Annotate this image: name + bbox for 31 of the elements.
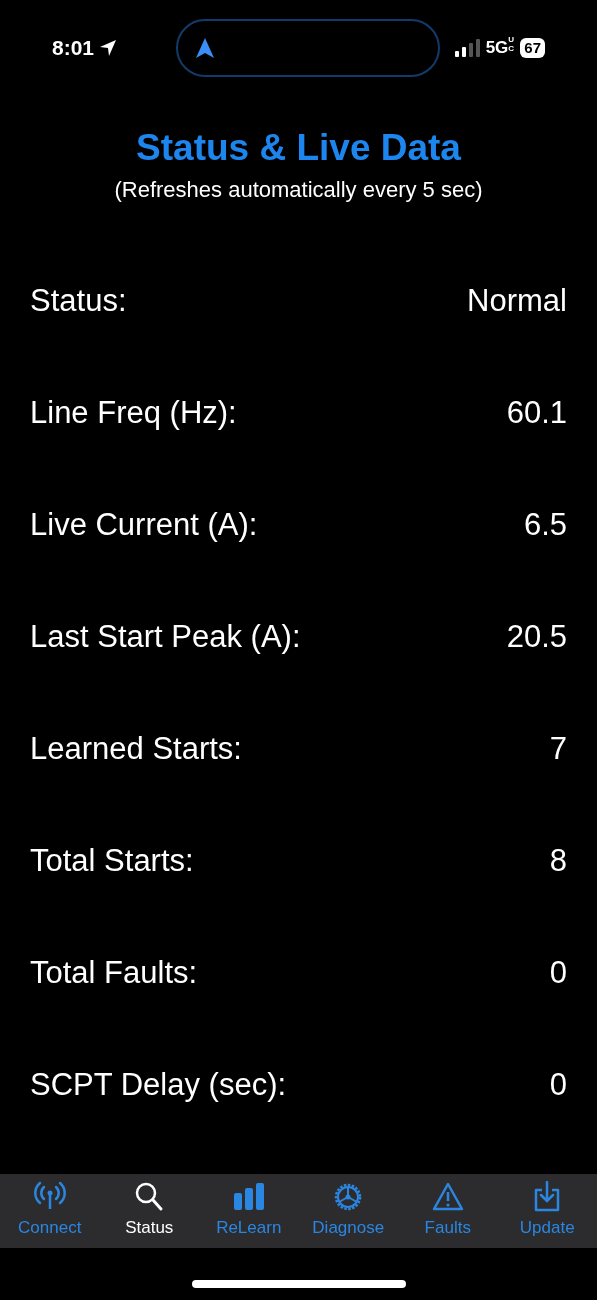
page-title: Status & Live Data	[135, 126, 462, 170]
field-label: SCPT Delay (sec):	[30, 1065, 287, 1104]
navigation-arrow-icon	[194, 36, 217, 59]
field-label: Live Current (A):	[30, 505, 258, 544]
tab[interactable]: Status	[103, 1181, 196, 1241]
network-type: 5G	[485, 36, 509, 59]
tab[interactable]: Update	[501, 1181, 594, 1241]
tab[interactable]: Diagnose	[302, 1181, 395, 1241]
field-label: Total Faults:	[30, 953, 198, 992]
field-label: Total Starts:	[30, 841, 194, 880]
page-subtitle: (Refreshes automatically every 5 sec)	[113, 176, 484, 204]
network-subtype: UC	[508, 34, 516, 53]
field-value: Normal	[467, 281, 567, 320]
field-label: Learned Starts:	[30, 729, 242, 768]
field-value: 6.5	[523, 505, 567, 544]
field-label: Status:	[30, 281, 127, 320]
location-arrow-icon	[98, 37, 119, 58]
battery-level: 67	[520, 37, 545, 58]
signal-icon	[454, 38, 481, 57]
field-label: Last Start Peak (A):	[30, 617, 301, 656]
field-label: Line Freq (Hz):	[30, 393, 237, 432]
field-value: 8	[549, 841, 567, 880]
field-value: 20.5	[506, 617, 567, 656]
field-value: 0	[549, 1065, 567, 1104]
clock-time: 8:01	[52, 34, 95, 61]
field-value: 0	[549, 953, 567, 992]
field-value: 7	[549, 729, 567, 768]
tab[interactable]: ReLearn	[202, 1181, 295, 1241]
field-value: 60.1	[506, 393, 567, 432]
tab[interactable]: Faults	[401, 1181, 494, 1241]
tab[interactable]: Connect	[3, 1181, 96, 1241]
